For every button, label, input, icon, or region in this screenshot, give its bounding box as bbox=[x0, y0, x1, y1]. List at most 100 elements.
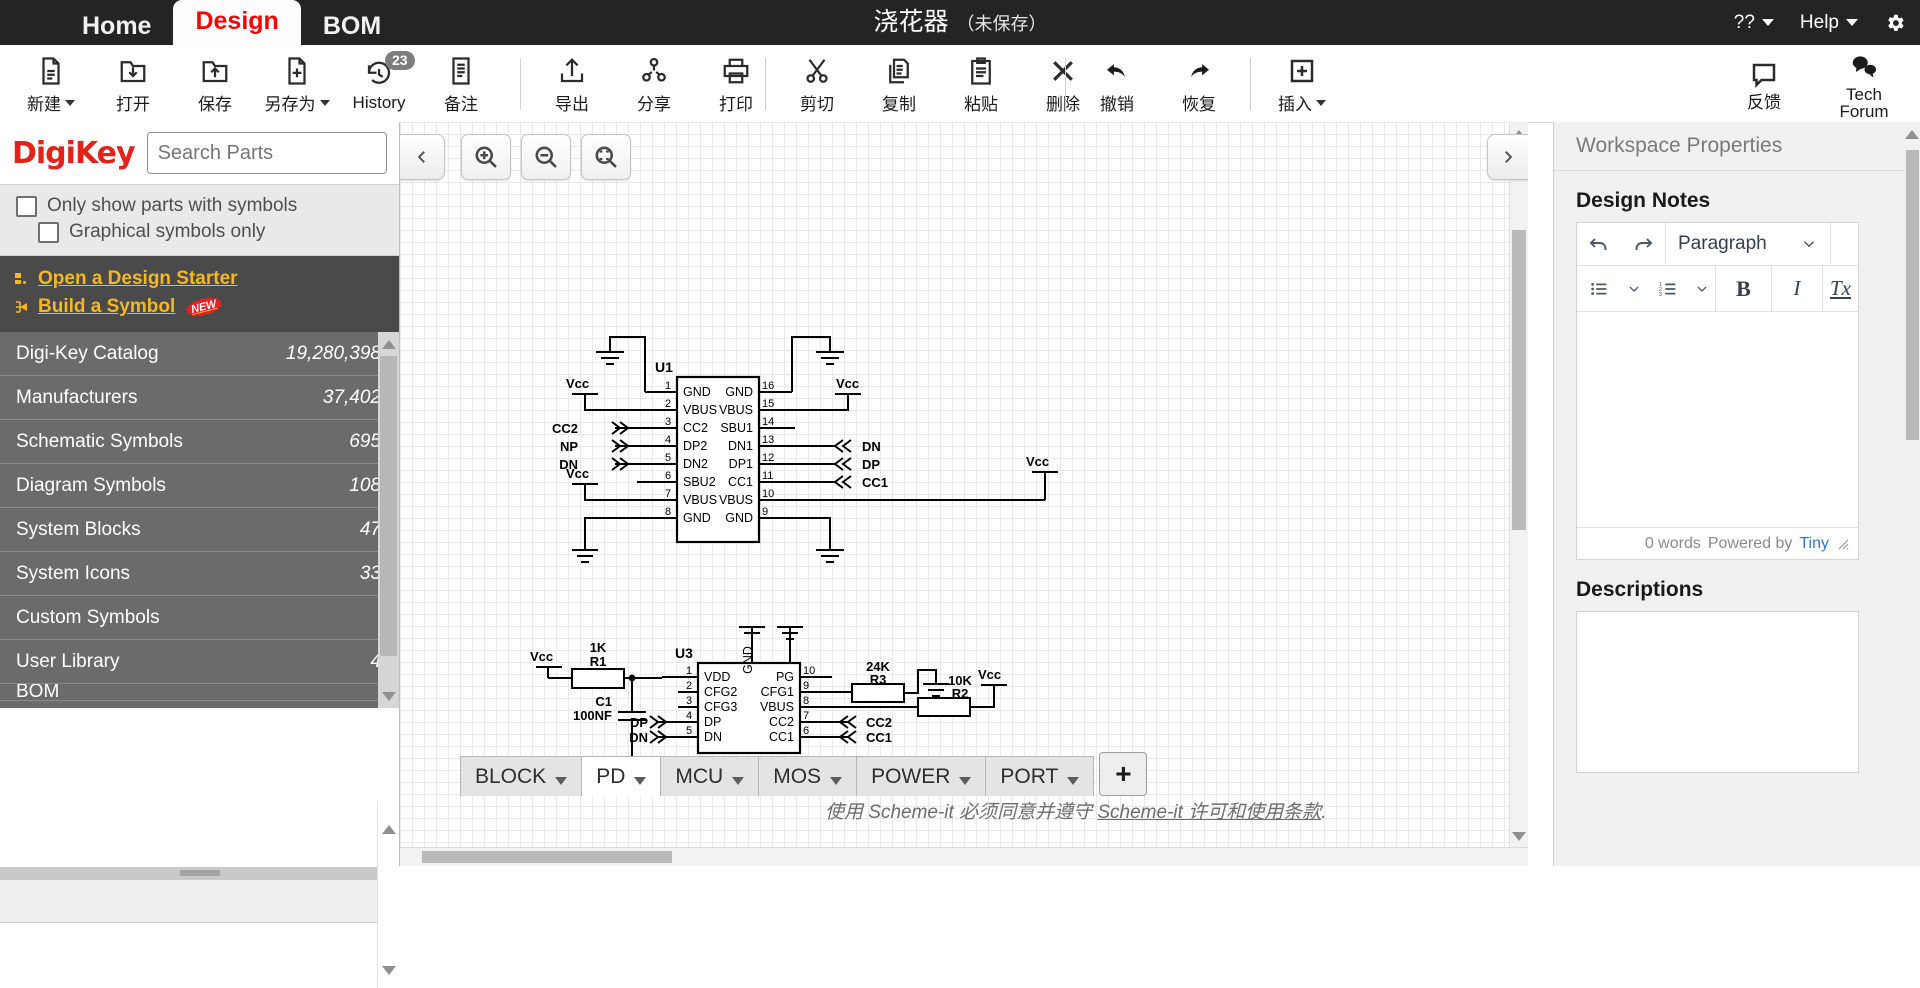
bold-button[interactable]: B bbox=[1716, 266, 1771, 311]
insert-button[interactable]: 插入 bbox=[1261, 47, 1343, 121]
paste-button[interactable]: 粘贴 bbox=[940, 47, 1022, 121]
history-button[interactable]: 23 History bbox=[338, 47, 420, 121]
chevron-down-icon[interactable] bbox=[732, 776, 745, 785]
editor-redo-button[interactable] bbox=[1621, 223, 1665, 265]
chevron-down-icon[interactable] bbox=[959, 776, 972, 785]
tiny-link[interactable]: Tiny bbox=[1799, 535, 1829, 553]
tab-home[interactable]: Home bbox=[60, 7, 173, 45]
gear-icon bbox=[1888, 14, 1904, 31]
collapse-left-panel-button[interactable] bbox=[400, 134, 445, 180]
properties-scroll-up-button[interactable] bbox=[1903, 124, 1920, 144]
license-link[interactable]: Scheme-it 许可和使用条款 bbox=[1097, 802, 1321, 823]
zoom-fit-button[interactable] bbox=[581, 134, 631, 180]
add-sheet-tab-button[interactable]: + bbox=[1099, 752, 1148, 796]
list-item-bom[interactable]: BOM bbox=[0, 684, 399, 701]
sheet-tab-power[interactable]: POWER bbox=[856, 756, 987, 796]
list-item-diagram-symbols[interactable]: Diagram Symbols 108 bbox=[0, 464, 399, 508]
zoom-out-button[interactable] bbox=[521, 134, 571, 180]
canvas-vertical-scrollbar[interactable] bbox=[1509, 122, 1528, 848]
schematic-canvas[interactable]: U1 1 2 3 4 5 6 7 8 16 15 14 13 12 11 10 … bbox=[400, 122, 1528, 866]
design-notes-textarea[interactable] bbox=[1577, 312, 1858, 527]
list-item-system-blocks[interactable]: System Blocks 47 bbox=[0, 508, 399, 552]
scroll-down-button[interactable] bbox=[380, 686, 397, 706]
editor-toolbar-overflow[interactable] bbox=[1831, 223, 1858, 265]
build-a-symbol-link[interactable]: Build a Symbol NEW bbox=[14, 293, 399, 321]
canvas-drawing-surface[interactable]: U1 1 2 3 4 5 6 7 8 16 15 14 13 12 11 10 … bbox=[400, 122, 1528, 866]
canvas-scroll-down-button[interactable] bbox=[1510, 826, 1527, 846]
clear-formatting-button[interactable]: Tx bbox=[1823, 266, 1858, 311]
chevron-down-icon[interactable] bbox=[830, 776, 843, 785]
help-menu[interactable]: Help bbox=[1800, 12, 1858, 34]
list-item-manufacturers[interactable]: Manufacturers 37,402 bbox=[0, 376, 399, 420]
chevron-down-icon[interactable] bbox=[634, 776, 647, 785]
bullet-list-dropdown[interactable] bbox=[1621, 266, 1647, 311]
numbered-list-button[interactable]: 123 bbox=[1647, 266, 1689, 311]
notes-button-label: 备注 bbox=[444, 95, 478, 114]
tab-bom[interactable]: BOM bbox=[301, 7, 403, 45]
descriptions-textarea[interactable] bbox=[1576, 611, 1859, 773]
sheet-tab-port[interactable]: PORT bbox=[985, 756, 1095, 796]
notes-button[interactable]: 备注 bbox=[420, 47, 502, 121]
list-item-schematic-symbols[interactable]: Schematic Symbols 695 bbox=[0, 420, 399, 464]
chevron-down-icon[interactable] bbox=[555, 776, 568, 785]
sheet-tab-mos[interactable]: MOS bbox=[758, 756, 858, 796]
new-button[interactable]: 新建 bbox=[10, 47, 92, 121]
editor-undo-button[interactable] bbox=[1577, 223, 1621, 265]
scroll-up-button[interactable] bbox=[380, 334, 397, 354]
open-design-starter-link[interactable]: Open a Design Starter bbox=[14, 265, 399, 293]
cut-button[interactable]: 剪切 bbox=[776, 47, 858, 121]
svg-text:CC2: CC2 bbox=[683, 421, 708, 435]
list-item-user-library[interactable]: User Library 4 bbox=[0, 640, 399, 684]
numbered-list-dropdown[interactable] bbox=[1689, 266, 1715, 311]
list-item-digikey-catalog[interactable]: Digi-Key Catalog 19,280,398 bbox=[0, 332, 399, 376]
export-button[interactable]: 导出 bbox=[531, 47, 613, 121]
filter-only-parts-with-symbols[interactable]: Only show parts with symbols bbox=[0, 193, 399, 219]
word-count: 0 words bbox=[1644, 534, 1701, 552]
horizontal-scrollbar-thumb[interactable] bbox=[180, 870, 220, 876]
triangle-up-icon bbox=[381, 824, 396, 834]
tab-design[interactable]: Design bbox=[173, 0, 301, 45]
chevron-down-icon[interactable] bbox=[1067, 776, 1080, 785]
library-horizontal-scrollbar[interactable] bbox=[0, 867, 378, 880]
italic-button[interactable]: I bbox=[1772, 266, 1822, 311]
sheet-tab-mcu[interactable]: MCU bbox=[660, 756, 760, 796]
paragraph-format-select[interactable]: Paragraph bbox=[1666, 223, 1830, 265]
ribbon-divider bbox=[765, 57, 766, 110]
zoom-in-button[interactable] bbox=[461, 134, 511, 180]
search-input[interactable] bbox=[147, 133, 386, 173]
bullet-list-button[interactable] bbox=[1577, 266, 1621, 311]
list-item-system-icons[interactable]: System Icons 33 bbox=[0, 552, 399, 596]
sheet-tab-pd[interactable]: PD bbox=[581, 756, 662, 796]
feedback-button[interactable]: 反馈 bbox=[1714, 47, 1814, 121]
resize-handle-icon[interactable] bbox=[1836, 537, 1850, 551]
collapse-right-panel-button[interactable] bbox=[1487, 134, 1528, 180]
open-button[interactable]: 打开 bbox=[92, 47, 174, 121]
filter-label-graphical-only: Graphical symbols only bbox=[69, 221, 266, 242]
language-menu[interactable]: ?? bbox=[1734, 12, 1774, 34]
checkbox-only-parts-with-symbols[interactable] bbox=[16, 195, 37, 217]
library-detail-scrollbar[interactable] bbox=[377, 801, 399, 988]
detail-scroll-down-button[interactable] bbox=[380, 960, 397, 980]
save-button[interactable]: 保存 bbox=[174, 47, 256, 121]
document-name: 浇花器 bbox=[873, 8, 949, 36]
canvas-hscrollbar-thumb[interactable] bbox=[422, 851, 672, 863]
undo-button[interactable]: 撤销 bbox=[1076, 47, 1158, 121]
canvas-vscrollbar-thumb[interactable] bbox=[1512, 230, 1526, 530]
properties-panel-scrollbar[interactable] bbox=[1904, 122, 1920, 866]
settings-button[interactable] bbox=[1884, 12, 1906, 34]
scrollbar-thumb[interactable] bbox=[380, 356, 397, 656]
filter-graphical-symbols-only[interactable]: Graphical symbols only bbox=[0, 219, 399, 245]
tech-forum-button[interactable]: Tech Forum bbox=[1814, 47, 1914, 121]
triangle-up-icon bbox=[381, 339, 396, 349]
list-item-custom-symbols[interactable]: Custom Symbols bbox=[0, 596, 399, 640]
canvas-horizontal-scrollbar[interactable] bbox=[400, 847, 1528, 866]
share-button[interactable]: 分享 bbox=[613, 47, 695, 121]
redo-button[interactable]: 恢复 bbox=[1158, 47, 1240, 121]
properties-scrollbar-thumb[interactable] bbox=[1906, 150, 1919, 440]
sheet-tab-block[interactable]: BLOCK bbox=[460, 756, 583, 796]
detail-scroll-up-button[interactable] bbox=[380, 819, 397, 839]
checkbox-graphical-symbols-only[interactable] bbox=[38, 221, 59, 243]
library-list-scrollbar[interactable] bbox=[378, 332, 399, 708]
copy-button[interactable]: 复制 bbox=[858, 47, 940, 121]
save-as-button[interactable]: 另存为 bbox=[256, 47, 338, 121]
